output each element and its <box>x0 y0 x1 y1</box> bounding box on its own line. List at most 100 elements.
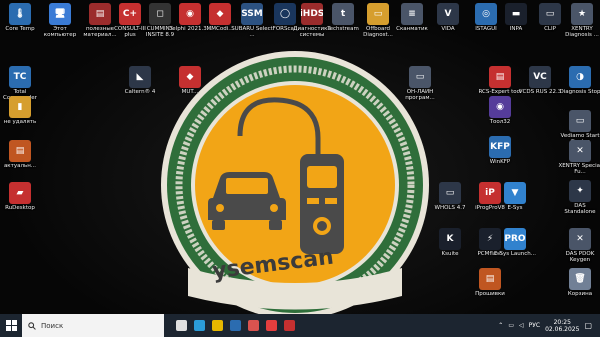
desktop-icon[interactable]: ◑ Diagnosis Stop <box>560 66 600 108</box>
desktop-icon-glyph: ★ <box>571 3 593 25</box>
desktop-icon-glyph: ▤ <box>9 140 31 162</box>
taskbar-app-glyph <box>193 320 205 331</box>
tray-up-arrow-icon[interactable]: ⌃ <box>498 322 503 329</box>
desktop-icon[interactable]: ▼ E-Sys <box>495 182 535 224</box>
desktop-icon-glyph: ▤ <box>489 66 511 88</box>
taskbar-chrome-icon[interactable] <box>244 314 262 337</box>
desktop-icon-glyph: ◻ <box>149 3 171 25</box>
taskbar-app-glyph <box>175 320 187 331</box>
desktop-icon-glyph: ◉ <box>179 3 201 25</box>
search-box[interactable]: Поиск <box>22 314 164 337</box>
desktop-icon-glyph: ▭ <box>409 66 431 88</box>
desktop-icon-glyph: ▭ <box>569 110 591 132</box>
desktop-icon-glyph: ✕ <box>569 228 591 250</box>
desktop-icon[interactable]: ▤ Прошивки <box>470 268 510 310</box>
taskbar-explorer-icon[interactable] <box>208 314 226 337</box>
desktop-icon[interactable]: ◉ Тоол32 <box>480 96 520 138</box>
desktop-icon-glyph: ▭ <box>439 182 461 204</box>
desktop-icon-label: Core Temp <box>5 26 35 32</box>
desktop-icon[interactable]: 🌡 Core Temp <box>0 3 40 45</box>
search-icon <box>28 321 36 330</box>
desktop-icon-label: ОН-ЛАЙН програм... <box>405 89 435 101</box>
desktop-icon-glyph: SSM <box>241 3 263 25</box>
desktop-icon-label: DAS Standalone <box>564 203 596 215</box>
desktop-icon-glyph: ◉ <box>489 96 511 118</box>
desktop-icon-glyph: ◆ <box>209 3 231 25</box>
desktop-icon[interactable]: KFP WinKFP <box>480 136 520 178</box>
desktop-icon[interactable]: ✕ DAS PDOK Keygen <box>560 228 600 270</box>
volume-icon[interactable]: ◁ <box>519 322 524 329</box>
desktop-icon-label: не удалять <box>3 119 37 125</box>
taskbar-app-glyph <box>265 320 277 331</box>
desktop-icon-glyph: ◑ <box>569 66 591 88</box>
desktop-icon-label: Этот компьютер <box>43 26 77 38</box>
desktop-icon-glyph: V <box>437 3 459 25</box>
taskbar-store-icon[interactable] <box>226 314 244 337</box>
desktop-icon[interactable]: ★ XENTRY Diagnosis ... <box>562 3 600 45</box>
desktop-icon[interactable]: ▭ ОН-ЛАЙН програм... <box>400 66 440 108</box>
taskbar-yandex-icon[interactable] <box>262 314 280 337</box>
desktop-icon-glyph: C+ <box>119 3 141 25</box>
desktop-icon-label: E-Sys <box>507 205 523 211</box>
taskbar-opera-icon[interactable] <box>280 314 298 337</box>
desktop-icon-glyph: ◆ <box>179 66 201 88</box>
system-tray: ⌃ ▭ ◁ РУС 20:25 02.06.2025 ▢ <box>498 314 600 337</box>
desktop-icon-glyph: PRO <box>504 228 526 250</box>
taskbar-app-glyph <box>211 320 223 331</box>
desktop-icon[interactable]: ✦ DAS Standalone <box>560 180 600 222</box>
desktop-icon[interactable]: 🗑 Корзина <box>560 268 600 310</box>
language-indicator[interactable]: РУС <box>529 322 540 329</box>
desktop-icon-label: Caltern® 4 <box>124 89 156 95</box>
desktop-icon[interactable]: VC VCDS RUS 22.3 <box>518 66 562 108</box>
clock-date: 02.06.2025 <box>545 325 580 333</box>
desktop-icon[interactable]: ▮ не удалять <box>0 96 40 138</box>
desktop-icon[interactable]: 🖥 Этот компьютер <box>40 3 80 45</box>
taskbar: Поиск ⌃ ▭ ◁ РУС 20:25 02.06.2025 ▢ <box>0 314 600 337</box>
desktop-icon[interactable]: V VIDA <box>428 3 468 45</box>
desktop-icon-glyph: ✦ <box>569 180 591 202</box>
clock[interactable]: 20:25 02.06.2025 <box>545 319 579 333</box>
desktop-icon[interactable]: ◣ Caltern® 4 <box>120 66 160 108</box>
desktop-icon-glyph: ▭ <box>539 3 561 25</box>
taskbar-edge-icon[interactable] <box>190 314 208 337</box>
taskbar-app-glyph <box>229 320 241 331</box>
desktop-icon-label: Тоол32 <box>489 119 511 125</box>
desktop-icon-glyph: ◣ <box>129 66 151 88</box>
desktop-icon-label: RuDesktop <box>5 205 35 211</box>
desktop-icon[interactable]: ✕ XENTRY Special Fu... <box>558 140 600 182</box>
desktop-icon-glyph: ▭ <box>367 3 389 25</box>
desktop-icon[interactable]: PRO E-Sys Launch... <box>494 228 536 270</box>
network-icon[interactable]: ▭ <box>508 322 514 329</box>
desktop-icon-label: WHOLS 4.7 <box>434 205 466 211</box>
desktop-icon-glyph: t <box>332 3 354 25</box>
desktop-icon-glyph: ≡ <box>401 3 423 25</box>
desktop-icon[interactable]: ▰ RuDesktop <box>0 182 40 224</box>
desktop-icon-label: Корзина <box>567 291 593 297</box>
desktop-icon-label: VCDS RUS 22.3 <box>518 89 562 95</box>
desktop-icon-label: актуальн... <box>3 163 37 169</box>
taskbar-task-view-icon[interactable] <box>172 314 190 337</box>
desktop-icon-label: MUT... <box>181 89 199 95</box>
desktop-icon[interactable]: ▤ актуальн... <box>0 140 40 182</box>
desktop-icon-label: Прошивки <box>475 291 505 297</box>
desktop-icon-label: XENTRY Diagnosis ... <box>565 26 599 38</box>
desktop-icon-label: RCS-Expert tool <box>478 89 522 95</box>
desktop-icon[interactable]: t Techstream <box>323 3 363 45</box>
desktop-icon-glyph: K <box>439 228 461 250</box>
desktop-icon-label: Ksuite <box>441 251 459 257</box>
desktop-icon-glyph: 🌡 <box>9 3 31 25</box>
desktop-icon-glyph: ✕ <box>569 140 591 162</box>
start-button[interactable] <box>0 314 22 337</box>
notification-icon[interactable]: ▢ <box>584 321 592 330</box>
clock-time: 20:25 <box>553 318 571 326</box>
taskbar-app-glyph <box>247 320 259 331</box>
desktop-icon-label: Diagnosis Stop <box>559 89 600 95</box>
desktop-icon[interactable]: ◆ MUT... <box>170 66 210 108</box>
desktop-icon[interactable]: ≡ Сканматик <box>392 3 432 45</box>
desktop-icon[interactable]: ▭ WHOLS 4.7 <box>430 182 470 224</box>
desktop-icon-glyph: ▮ <box>9 96 31 118</box>
windows-icon <box>5 320 17 331</box>
desktop-icon-glyph: VC <box>529 66 551 88</box>
desktop-icon[interactable]: K Ksuite <box>430 228 470 270</box>
desktop-icon-glyph: ▤ <box>89 3 111 25</box>
